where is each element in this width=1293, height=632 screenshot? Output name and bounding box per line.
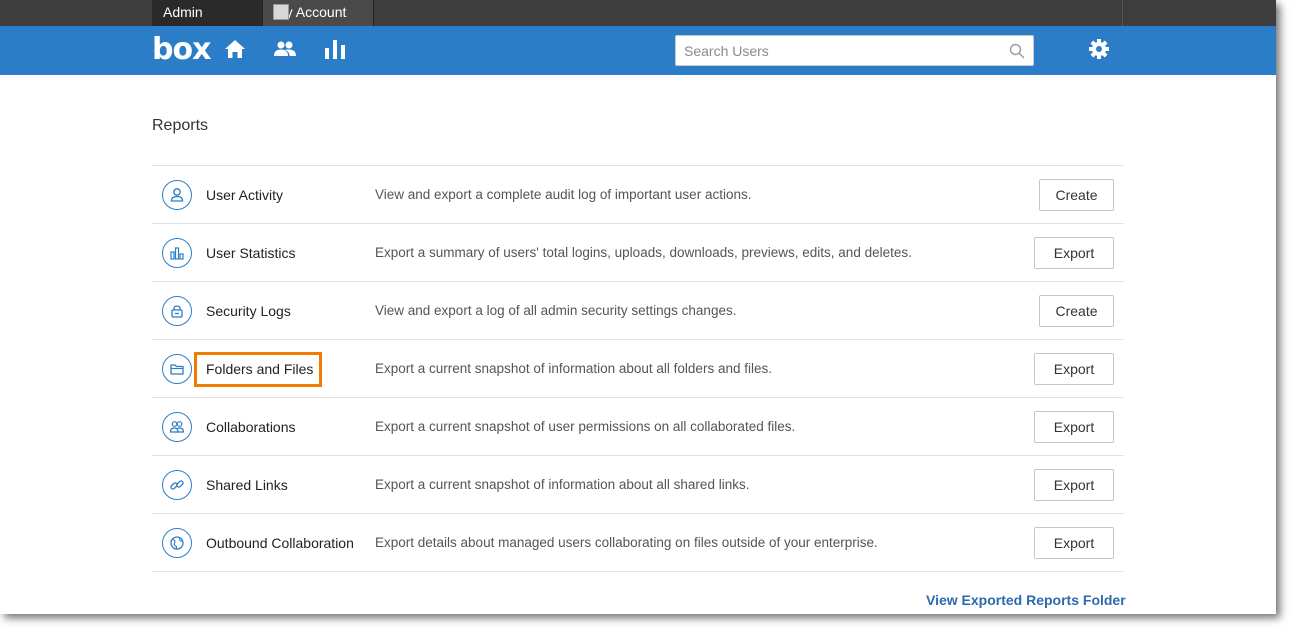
tab-admin-console[interactable]: Admin Console (152, 0, 263, 45)
export-button[interactable]: Export (1034, 237, 1114, 269)
report-name[interactable]: User Activity (206, 187, 283, 203)
topbar-divider (1122, 0, 1123, 26)
reports-icon[interactable] (324, 38, 346, 65)
report-description: Export a current snapshot of information… (375, 477, 750, 492)
main-navbar: box (0, 26, 1276, 75)
page-title: Reports (152, 117, 209, 134)
tab-my-account[interactable]: My Account (263, 0, 374, 26)
report-name[interactable]: Collaborations (206, 419, 296, 435)
user-icon (162, 180, 192, 210)
collaborators-icon (162, 412, 192, 442)
report-description: View and export a complete audit log of … (375, 187, 752, 202)
search-users-input[interactable] (676, 36, 996, 65)
report-list: User Activity View and export a complete… (152, 165, 1124, 572)
search-icon[interactable] (1009, 43, 1025, 64)
report-name[interactable]: Outbound Collaboration (206, 535, 354, 551)
report-description: Export a current snapshot of user permis… (375, 419, 796, 434)
view-exported-reports-folder-link[interactable]: View Exported Reports Folder (926, 592, 1126, 608)
report-name[interactable]: User Statistics (206, 245, 295, 261)
lock-icon (162, 296, 192, 326)
home-icon[interactable] (224, 38, 246, 65)
report-name[interactable]: Security Logs (206, 303, 291, 319)
export-button[interactable]: Export (1034, 411, 1114, 443)
report-row-outbound-collaboration: Outbound Collaboration Export details ab… (152, 514, 1124, 572)
export-button[interactable]: Export (1034, 353, 1114, 385)
export-button[interactable]: Export (1034, 527, 1114, 559)
admin-console-window: Admin Console My Account box (0, 0, 1276, 614)
bar-chart-icon (162, 238, 192, 268)
report-description: View and export a log of all admin secur… (375, 303, 737, 318)
report-name[interactable]: Shared Links (206, 477, 288, 493)
report-description: Export a current snapshot of information… (375, 361, 772, 376)
globe-icon (162, 528, 192, 558)
report-row-collaborations: Collaborations Export a current snapshot… (152, 398, 1124, 456)
search-users-box (675, 35, 1034, 66)
report-row-security-logs: Security Logs View and export a log of a… (152, 282, 1124, 340)
top-tab-bar: Admin Console My Account (0, 0, 1276, 45)
report-row-user-statistics: User Statistics Export a summary of user… (152, 224, 1124, 282)
report-row-shared-links: Shared Links Export a current snapshot o… (152, 456, 1124, 514)
report-row-user-activity: User Activity View and export a complete… (152, 166, 1124, 224)
avatar-icon (273, 4, 289, 20)
box-logo[interactable]: box (152, 32, 211, 67)
report-row-folders-and-files: Folders and Files Export a current snaps… (152, 340, 1124, 398)
report-description: Export a summary of users' total logins,… (375, 245, 912, 260)
report-description: Export details about managed users colla… (375, 535, 878, 550)
create-button[interactable]: Create (1039, 295, 1114, 327)
report-name[interactable]: Folders and Files (206, 361, 313, 377)
link-icon (162, 470, 192, 500)
users-icon[interactable] (273, 40, 297, 65)
gear-icon[interactable] (1088, 38, 1110, 65)
export-button[interactable]: Export (1034, 469, 1114, 501)
folder-icon (162, 354, 192, 384)
create-button[interactable]: Create (1039, 179, 1114, 211)
